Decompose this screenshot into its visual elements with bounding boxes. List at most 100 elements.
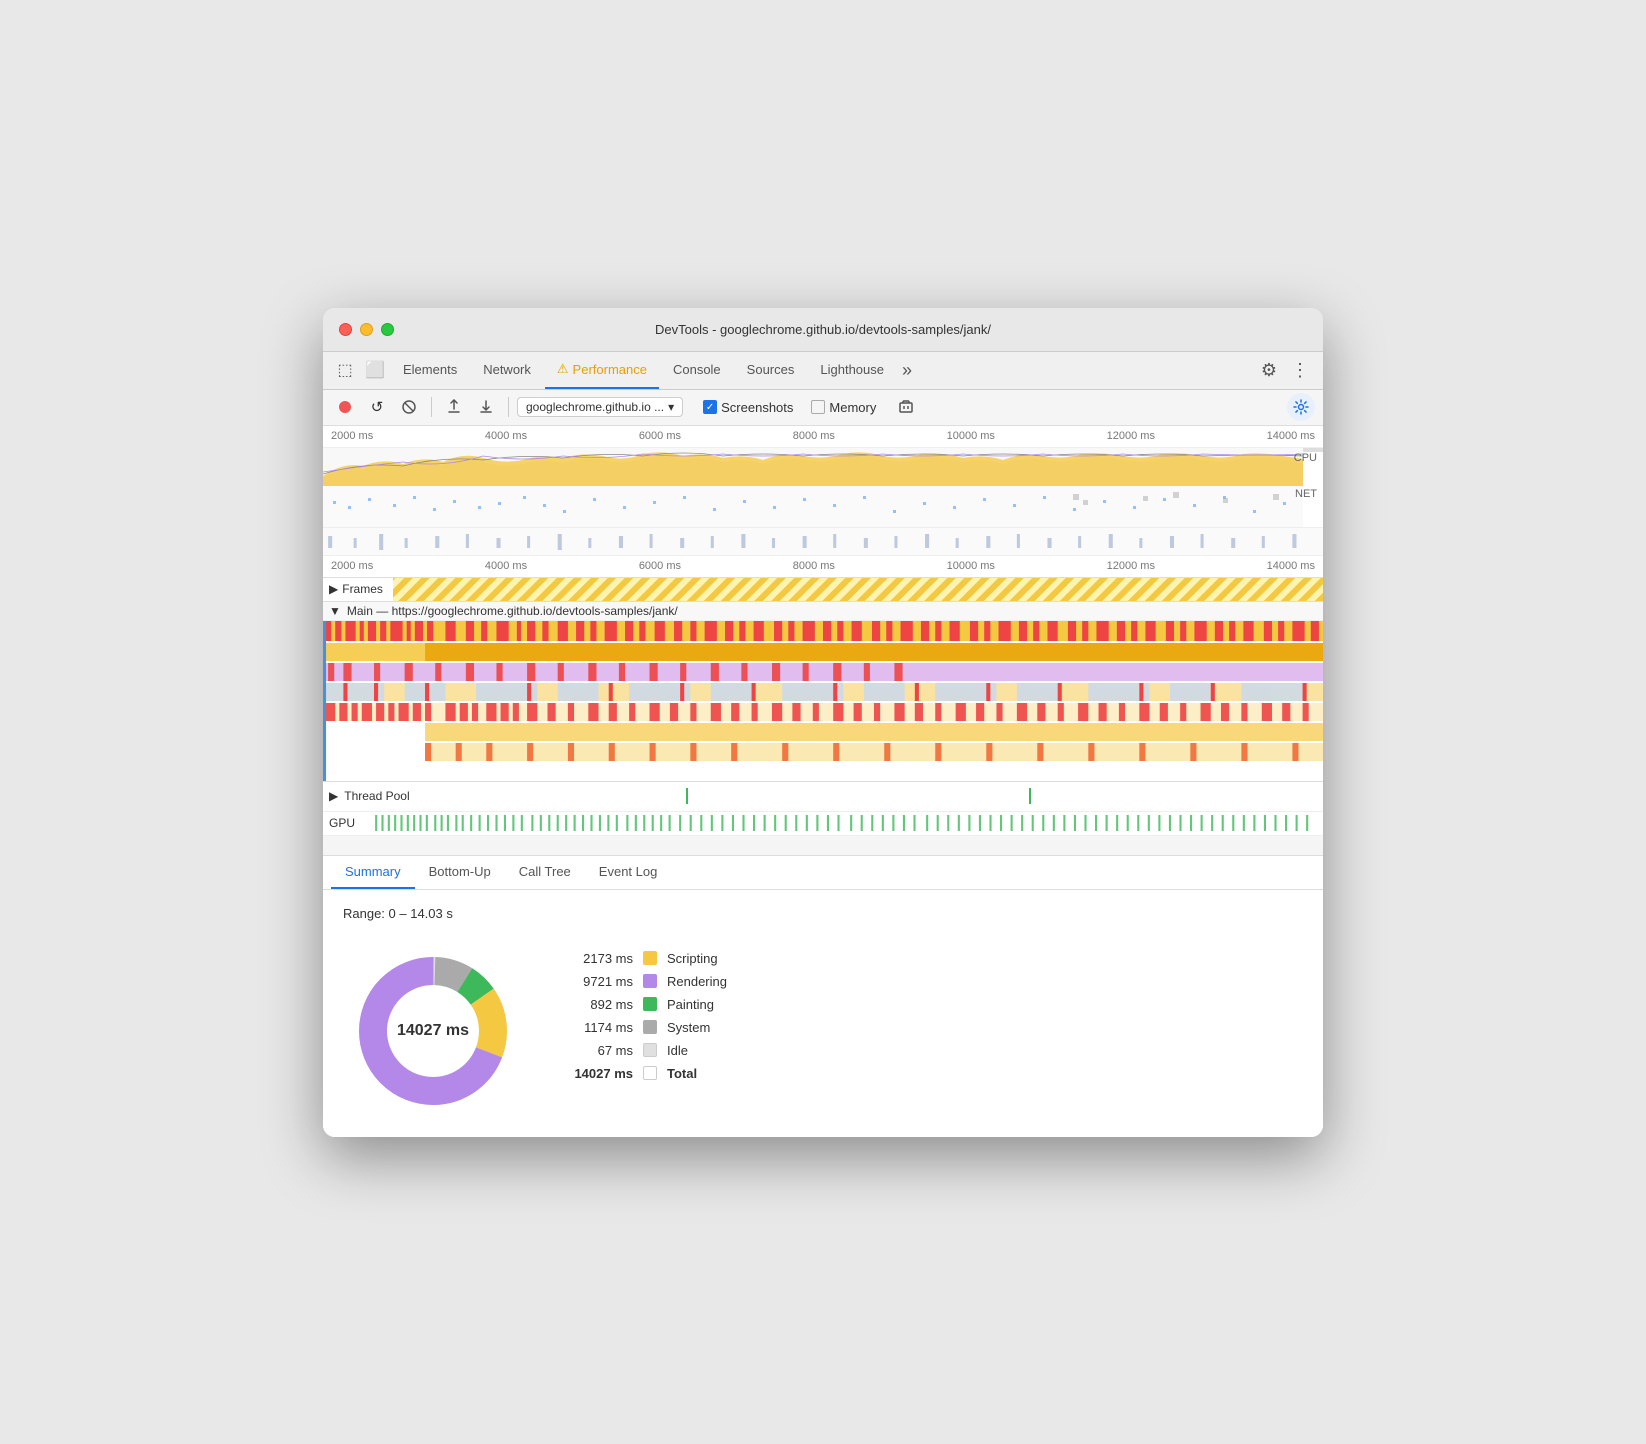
close-button[interactable] [339, 323, 352, 336]
marker2-6000: 6000 ms [639, 560, 681, 572]
summary-tabs: Summary Bottom-Up Call Tree Event Log [323, 856, 1323, 890]
marker2-2000: 2000 ms [331, 560, 373, 572]
frames-label: ▶ Frames [323, 582, 393, 596]
net-label: NET [1295, 488, 1317, 500]
tab-network[interactable]: Network [471, 351, 543, 389]
thread-pool-label: Thread Pool [344, 789, 409, 803]
devtools-window: DevTools - googlechrome.github.io/devtoo… [323, 308, 1323, 1137]
divider2 [508, 397, 509, 417]
url-selector[interactable]: googlechrome.github.io ... ▾ [517, 397, 683, 417]
system-value: 1174 ms [563, 1020, 633, 1035]
thread-pool-row: ▶ Thread Pool [323, 782, 1323, 812]
tab-sources[interactable]: Sources [735, 351, 807, 389]
marker-10000: 10000 ms [947, 430, 995, 442]
main-section: ▼ Main — https://googlechrome.github.io/… [323, 602, 1323, 782]
legend-idle: 67 ms Idle [563, 1043, 727, 1058]
flame-graph[interactable] [323, 621, 1323, 781]
legend-system: 1174 ms System [563, 1020, 727, 1035]
range-text: Range: 0 – 14.03 s [343, 906, 1303, 921]
marker-2000: 2000 ms [331, 430, 373, 442]
total-label: Total [667, 1066, 697, 1081]
timeline-ruler-top: 2000 ms 4000 ms 6000 ms 8000 ms 10000 ms… [323, 426, 1323, 448]
tab-summary[interactable]: Summary [331, 856, 415, 889]
marker2-14000: 14000 ms [1267, 560, 1315, 572]
donut-center-label: 14027 ms [397, 1022, 469, 1040]
maximize-button[interactable] [381, 323, 394, 336]
main-header: ▼ Main — https://googlechrome.github.io/… [323, 602, 1323, 621]
system-color [643, 1020, 657, 1034]
url-text: googlechrome.github.io ... [526, 400, 664, 414]
memory-toggle[interactable]: Memory [811, 400, 876, 415]
marker-14000: 14000 ms [1267, 430, 1315, 442]
tab-console[interactable]: Console [661, 351, 733, 389]
devtools-more-button[interactable]: ⋮ [1285, 360, 1315, 381]
divider [431, 397, 432, 417]
window-title: DevTools - googlechrome.github.io/devtoo… [655, 322, 991, 337]
screenshots-toggle[interactable]: Screenshots [703, 400, 793, 415]
frames-row: ▶ Frames [323, 578, 1323, 602]
cpu-graph-svg [323, 448, 1303, 486]
system-label: System [667, 1020, 710, 1035]
idle-label: Idle [667, 1043, 688, 1058]
painting-label: Painting [667, 997, 714, 1012]
painting-value: 892 ms [563, 997, 633, 1012]
cpu-net-section: CPU [323, 448, 1323, 528]
cursor-icon[interactable]: ⬚ [331, 356, 359, 384]
rendering-value: 9721 ms [563, 974, 633, 989]
tab-bottom-up[interactable]: Bottom-Up [415, 856, 505, 889]
gpu-label: GPU [323, 816, 373, 830]
idle-value: 67 ms [563, 1043, 633, 1058]
capture-settings-button[interactable] [1287, 393, 1315, 421]
legend-rendering: 9721 ms Rendering [563, 974, 727, 989]
legend-total: 14027 ms Total [563, 1066, 727, 1081]
record-button[interactable] [331, 393, 359, 421]
tab-performance[interactable]: ⚠ Performance [545, 351, 659, 389]
idle-color [643, 1043, 657, 1057]
spacer-row [323, 836, 1323, 856]
screenshots-checkbox[interactable] [703, 400, 717, 414]
main-section-title: Main — https://googlechrome.github.io/de… [347, 604, 678, 618]
scripting-label: Scripting [667, 951, 718, 966]
frames-content [393, 578, 1323, 601]
legend: 2173 ms Scripting 9721 ms Rendering 892 … [563, 941, 727, 1081]
marker-8000: 8000 ms [793, 430, 835, 442]
dropdown-arrow: ▾ [668, 400, 674, 414]
gpu-row: GPU [323, 812, 1323, 836]
clear-recordings-button[interactable] [892, 393, 920, 421]
upload-profile-button[interactable] [440, 393, 468, 421]
tab-elements[interactable]: Elements [391, 351, 469, 389]
memory-checkbox[interactable] [811, 400, 825, 414]
screenshots-label: Screenshots [721, 400, 793, 415]
legend-painting: 892 ms Painting [563, 997, 727, 1012]
performance-toolbar: ↺ googlechrome.github.io ... ▾ Screensho… [323, 390, 1323, 426]
device-icon[interactable]: ⬜ [361, 356, 389, 384]
clear-button[interactable] [395, 393, 423, 421]
legend-scripting: 2173 ms Scripting [563, 951, 727, 966]
main-collapse-icon[interactable]: ▼ [329, 604, 341, 618]
download-profile-button[interactable] [472, 393, 500, 421]
tab-bar: ⬚ ⬜ Elements Network ⚠ Performance Conso… [323, 352, 1323, 390]
marker-6000: 6000 ms [639, 430, 681, 442]
tab-call-tree[interactable]: Call Tree [505, 856, 585, 889]
devtools-body: ⬚ ⬜ Elements Network ⚠ Performance Conso… [323, 352, 1323, 1137]
gpu-content [373, 812, 1323, 835]
reload-record-button[interactable]: ↺ [363, 393, 391, 421]
marker-4000: 4000 ms [485, 430, 527, 442]
painting-color [643, 997, 657, 1011]
traffic-lights [339, 323, 394, 336]
screenshots-row [323, 528, 1323, 556]
tab-event-log[interactable]: Event Log [585, 856, 672, 889]
tab-lighthouse[interactable]: Lighthouse [808, 351, 896, 389]
rendering-color [643, 974, 657, 988]
total-color [643, 1066, 657, 1080]
marker2-10000: 10000 ms [947, 560, 995, 572]
marker-12000: 12000 ms [1107, 430, 1155, 442]
devtools-settings-button[interactable]: ⚙ [1255, 360, 1283, 381]
thread-pool-expand-icon[interactable]: ▶ [329, 789, 338, 803]
more-tabs-button[interactable]: » [898, 360, 916, 381]
marker2-4000: 4000 ms [485, 560, 527, 572]
frames-expand-icon[interactable]: ▶ [329, 582, 338, 596]
marker2-8000: 8000 ms [793, 560, 835, 572]
minimize-button[interactable] [360, 323, 373, 336]
marker2-12000: 12000 ms [1107, 560, 1155, 572]
